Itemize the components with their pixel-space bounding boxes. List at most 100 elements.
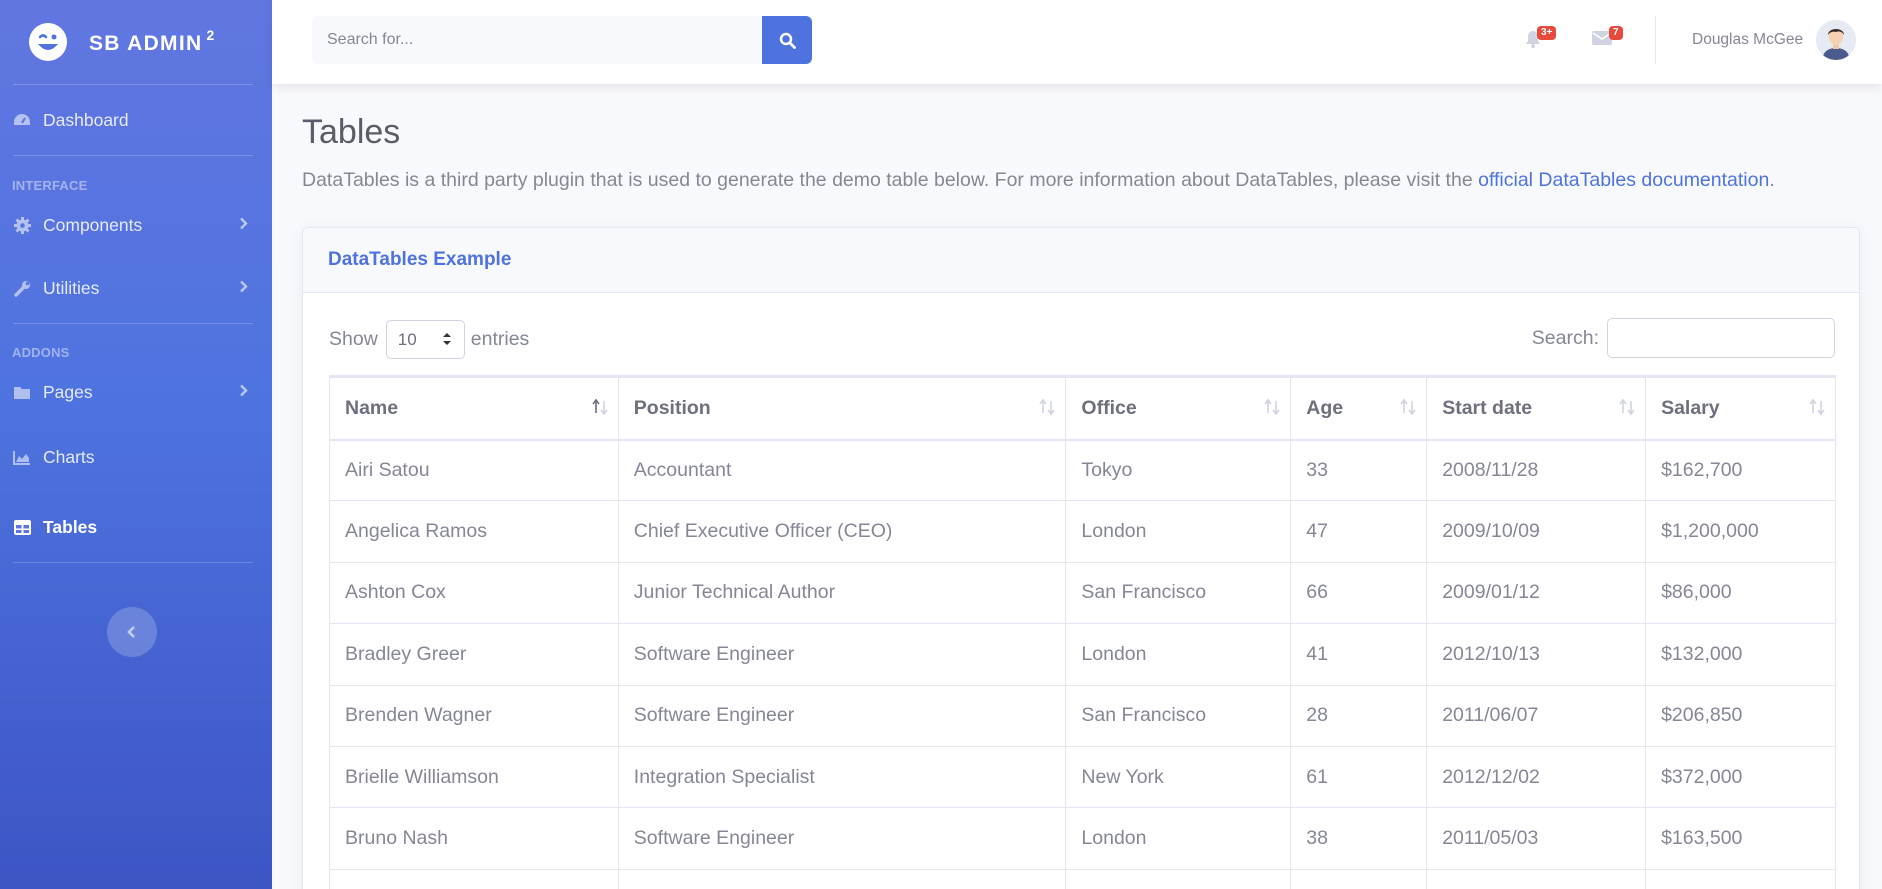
alerts-button[interactable]: 3+ [1525,26,1557,53]
datatables-docs-link[interactable]: official DataTables documentation [1478,169,1769,191]
table-cell: 61 [1290,745,1428,809]
table-cell: London [1065,623,1292,686]
table-icon [13,518,31,536]
table-cell: Junior Technical Author [617,561,1067,625]
table-cell: 2009/10/09 [1426,500,1647,563]
table-header-row: Name Position Office Age Start date Salary [329,375,1836,441]
sort-icon [1619,398,1635,422]
table-cell [1290,868,1428,889]
table-cell: 2011/06/07 [1426,684,1647,747]
sidebar: SB ADMIN 2 Dashboard INTERFACE Components… [0,0,272,889]
sidebar-item-label: Tables [43,516,98,537]
sidebar-item-label: Utilities [43,277,100,298]
table-cell: Angelica Ramos [329,500,619,563]
sidebar-brand[interactable]: SB ADMIN 2 [0,0,272,84]
sidebar-toggle-button[interactable] [107,607,157,657]
card-title: DataTables Example [328,249,512,270]
search-icon [779,32,796,49]
table-cell: $372,000 [1645,745,1836,809]
search-button[interactable] [762,16,812,64]
column-header-office[interactable]: Office [1065,375,1292,441]
column-header-label: Salary [1661,396,1720,419]
sidebar-item-label: Dashboard [43,109,129,130]
table-row: Bruno Nash Software Engineer London 38 2011/… [329,807,1836,870]
entries-select[interactable]: 10 [385,320,465,359]
table-cell: Chief Executive Officer (CEO) [617,500,1067,563]
table-cell: London [1065,500,1292,563]
table-row: Bradley Greer Software Engineer London 41 20… [329,623,1836,686]
sidebar-item-dashboard[interactable]: Dashboard [0,85,272,155]
table-cell: $1,200,000 [1645,500,1836,563]
table-cell: Tokyo [1065,438,1292,502]
entries-length-control: Show 10 entries [329,320,529,359]
table-cell [1065,868,1292,889]
table-cell: New York [1065,745,1292,809]
datatable: Name Position Office Age Start date Salary Ai… [329,375,1836,889]
column-header-start-date[interactable]: Start date [1426,375,1647,441]
table-cell [1426,868,1647,889]
table-cell [329,868,619,889]
column-header-age[interactable]: Age [1290,375,1428,441]
table-cell: Ashton Cox [329,561,619,625]
table-search-input[interactable] [1607,318,1835,358]
sidebar-item-utilities[interactable]: Utilities [0,253,272,323]
select-arrows-icon [442,333,451,345]
table-cell: 2009/01/12 [1426,561,1647,625]
column-header-name[interactable]: Name [329,375,619,441]
column-header-label: Office [1081,396,1137,419]
column-header-label: Start date [1442,396,1533,419]
table-cell: San Francisco [1065,684,1292,747]
column-header-label: Position [633,396,711,419]
sort-icon [1039,398,1056,422]
table-cell [617,868,1067,889]
table-cell: Bradley Greer [329,623,619,686]
sidebar-heading-interface: INTERFACE [12,178,88,193]
table-cell: Software Engineer [617,684,1067,747]
table-cell: San Francisco [1065,561,1292,625]
table-cell: Software Engineer [617,807,1067,870]
card-header: DataTables Example [303,228,1859,293]
table-cell: 2008/11/28 [1426,438,1647,502]
sidebar-item-label: Charts [43,446,95,467]
table-cell: 2012/10/13 [1426,623,1647,686]
sidebar-item-components[interactable]: Components [0,197,272,253]
sidebar-item-tables[interactable]: Tables [0,492,272,562]
table-search-label: Search: [1531,326,1599,349]
table-cell: $163,500 [1645,807,1836,870]
messages-badge: 7 [1609,26,1623,40]
table-cell: 38 [1290,807,1428,870]
table-cell: Bruno Nash [329,807,619,870]
table-cell: Software Engineer [617,623,1067,686]
column-header-salary[interactable]: Salary [1645,375,1836,441]
table-cell: 2012/12/02 [1426,745,1647,809]
angle-left-icon [127,626,135,638]
folder-icon [13,383,31,401]
table-cell: 28 [1290,684,1428,747]
column-header-position[interactable]: Position [617,375,1067,441]
table-cell: 66 [1290,561,1428,625]
table-row: Angelica Ramos Chief Executive Officer (C… [329,500,1836,563]
table-cell: London [1065,807,1292,870]
avatar[interactable] [1816,20,1856,60]
show-label: Show [329,328,378,350]
table-cell: 2011/05/03 [1426,807,1647,870]
table-cell: Accountant [617,438,1067,502]
sort-asc-icon [592,398,608,422]
table-cell: $206,850 [1645,684,1836,747]
sort-icon [1809,398,1825,422]
alerts-badge: 3+ [1537,26,1557,40]
table-cell: 47 [1290,500,1428,563]
sidebar-heading-addons: ADDONS [12,345,70,360]
chevron-right-icon [239,215,248,236]
table-cell: Integration Specialist [617,745,1067,809]
page-description: DataTables is a third party plugin that … [302,169,1775,191]
table-cell: $132,000 [1645,623,1836,686]
sidebar-item-charts[interactable]: Charts [0,422,272,492]
messages-button[interactable]: 7 [1592,26,1623,51]
table-cell: 33 [1290,438,1428,502]
page-title: Tables [302,113,401,151]
wrench-icon [13,279,31,297]
search-input[interactable] [312,16,762,64]
sidebar-item-pages[interactable]: Pages [0,362,272,422]
user-name[interactable]: Douglas McGee [1692,31,1803,49]
